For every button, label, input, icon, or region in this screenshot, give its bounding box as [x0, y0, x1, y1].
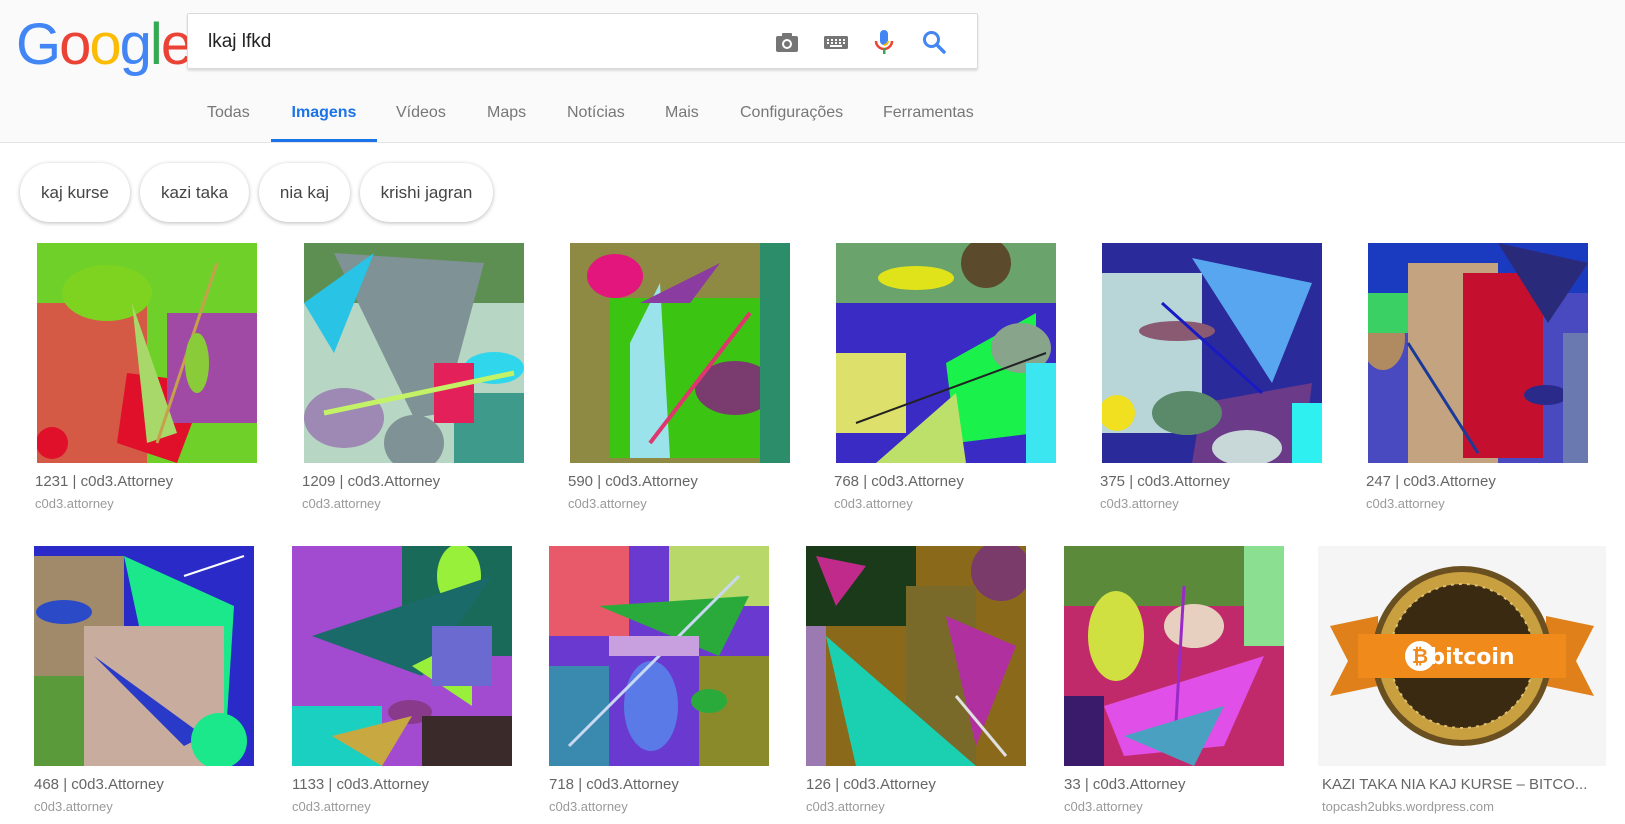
result-thumbnail[interactable]: [304, 243, 524, 463]
result-source: c0d3.attorney: [568, 496, 647, 511]
result-thumbnail[interactable]: [836, 243, 1056, 463]
result-thumbnail[interactable]: [34, 546, 254, 766]
related-chip[interactable]: kaj kurse: [20, 163, 130, 222]
logo-letter: l: [149, 12, 163, 77]
camera-icon[interactable]: [773, 28, 801, 56]
result-title[interactable]: 247 | c0d3.Attorney: [1366, 473, 1591, 490]
keyboard-icon[interactable]: [822, 28, 850, 56]
result-title[interactable]: 718 | c0d3.Attorney: [549, 776, 774, 793]
result-thumbnail[interactable]: [570, 243, 790, 463]
result-thumbnail[interactable]: ₿ bitcoin: [1318, 546, 1606, 766]
search-box: [187, 13, 978, 69]
header: Google Todas Imagens Vídeos Maps Notícia…: [0, 0, 1625, 143]
microphone-icon[interactable]: [870, 28, 898, 56]
result-source: c0d3.attorney: [35, 496, 114, 511]
result-title[interactable]: 1133 | c0d3.Attorney: [292, 776, 517, 793]
tab-configuracoes[interactable]: Configurações: [740, 86, 843, 142]
result-thumbnail[interactable]: [1064, 546, 1284, 766]
logo-letter: o: [89, 12, 121, 77]
result-source: c0d3.attorney: [549, 799, 628, 814]
logo-letter: G: [16, 12, 61, 77]
result-thumbnail[interactable]: [1368, 243, 1588, 463]
svg-text:₿: ₿: [1412, 644, 1428, 668]
result-title[interactable]: 1209 | c0d3.Attorney: [302, 473, 527, 490]
related-chip[interactable]: krishi jagran: [360, 163, 493, 222]
result-title[interactable]: 590 | c0d3.Attorney: [568, 473, 793, 490]
result-thumbnail[interactable]: [292, 546, 512, 766]
result-source: c0d3.attorney: [292, 799, 371, 814]
search-tabs: Todas Imagens Vídeos Maps Notícias Mais …: [0, 86, 1625, 142]
google-logo[interactable]: Google: [16, 10, 193, 80]
result-thumbnail[interactable]: [549, 546, 769, 766]
related-chip[interactable]: kazi taka: [140, 163, 249, 222]
bitcoin-wordmark: bitcoin: [1429, 645, 1514, 670]
result-title[interactable]: 126 | c0d3.Attorney: [806, 776, 1031, 793]
result-thumbnail[interactable]: [37, 243, 257, 463]
result-source: topcash2ubks.wordpress.com: [1322, 799, 1494, 814]
search-input[interactable]: [206, 26, 730, 58]
tab-todas[interactable]: Todas: [207, 86, 250, 142]
result-source: c0d3.attorney: [34, 799, 113, 814]
result-title[interactable]: 468 | c0d3.Attorney: [34, 776, 259, 793]
search-icon[interactable]: [920, 28, 948, 56]
tab-imagens[interactable]: Imagens: [271, 86, 377, 142]
result-title[interactable]: 33 | c0d3.Attorney: [1064, 776, 1289, 793]
result-title[interactable]: 1231 | c0d3.Attorney: [35, 473, 260, 490]
tab-noticias[interactable]: Notícias: [567, 86, 625, 142]
tab-maps[interactable]: Maps: [487, 86, 526, 142]
result-thumbnail[interactable]: [1102, 243, 1322, 463]
result-source: c0d3.attorney: [302, 496, 381, 511]
tab-videos[interactable]: Vídeos: [396, 86, 446, 142]
result-title[interactable]: 375 | c0d3.Attorney: [1100, 473, 1325, 490]
result-thumbnail[interactable]: [806, 546, 1026, 766]
tab-mais[interactable]: Mais: [665, 86, 699, 142]
result-title[interactable]: KAZI TAKA NIA KAJ KURSE – BITCO...: [1322, 776, 1607, 793]
logo-letter: g: [119, 12, 152, 77]
tab-ferramentas[interactable]: Ferramentas: [883, 86, 974, 142]
result-source: c0d3.attorney: [1100, 496, 1179, 511]
related-chip[interactable]: nia kaj: [259, 163, 350, 222]
result-source: c0d3.attorney: [806, 799, 885, 814]
result-source: c0d3.attorney: [1064, 799, 1143, 814]
logo-letter: o: [59, 12, 91, 77]
result-source: c0d3.attorney: [834, 496, 913, 511]
result-title[interactable]: 768 | c0d3.Attorney: [834, 473, 1059, 490]
result-source: c0d3.attorney: [1366, 496, 1445, 511]
